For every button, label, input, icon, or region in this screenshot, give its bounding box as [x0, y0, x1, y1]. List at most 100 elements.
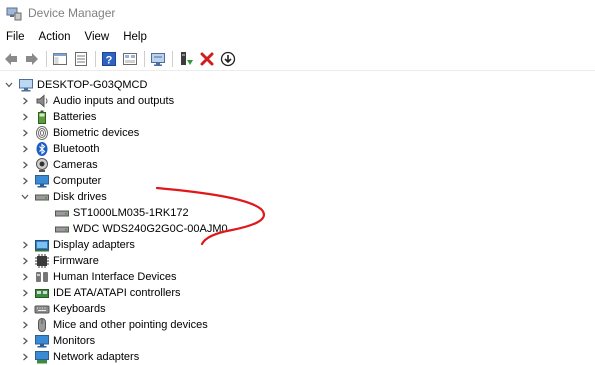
disk-drive-icon: [34, 189, 50, 205]
title-bar: Device Manager: [0, 0, 595, 26]
menu-help[interactable]: Help: [116, 31, 154, 43]
device-view-button[interactable]: [121, 50, 139, 68]
toolbar-separator: [144, 51, 145, 67]
tree-item-label: WDC WDS240G2G0C-00AJM0: [73, 223, 228, 235]
firmware-icon: [34, 253, 50, 269]
menu-file[interactable]: File: [0, 31, 32, 43]
chevron-down-icon[interactable]: [20, 189, 30, 205]
tree-item-monitors[interactable]: Monitors: [20, 333, 95, 349]
help-icon: ?: [102, 52, 116, 67]
tree-item-label: Biometric devices: [53, 127, 140, 139]
scan-for-hardware-changes-button[interactable]: [149, 50, 167, 68]
chevron-right-icon[interactable]: [20, 173, 30, 189]
tree-item-label: ST1000LM035-1RK172: [73, 207, 189, 219]
tree-item-biometric[interactable]: Biometric devices: [20, 125, 139, 141]
tree-item-label: Human Interface Devices: [53, 271, 177, 283]
toolbar-separator: [172, 51, 173, 67]
tree-item-audio[interactable]: Audio inputs and outputs: [20, 93, 174, 109]
chevron-right-icon[interactable]: [20, 349, 30, 365]
scan-monitor-icon: [151, 53, 165, 66]
tree-item-label: Monitors: [53, 335, 96, 347]
forward-arrow-icon: [26, 53, 38, 65]
tree-item-disk-drives[interactable]: Disk drives: [20, 189, 107, 205]
chevron-right-icon[interactable]: [20, 157, 30, 173]
uninstall-device-button[interactable]: [198, 50, 216, 68]
tree-item-computer[interactable]: Computer: [20, 173, 101, 189]
tree-item-disk-wdc[interactable]: WDC WDS240G2G0C-00AJM0: [50, 221, 228, 237]
fingerprint-icon: [34, 125, 50, 141]
menu-action[interactable]: Action: [32, 31, 78, 43]
tree-item-disk-st1000[interactable]: ST1000LM035-1RK172: [50, 205, 189, 221]
forward-button[interactable]: [23, 50, 41, 68]
device-manager-icon: [6, 5, 22, 21]
speaker-icon: [34, 93, 50, 109]
chevron-right-icon[interactable]: [20, 269, 30, 285]
chevron-right-icon[interactable]: [20, 301, 30, 317]
chevron-right-icon[interactable]: [20, 285, 30, 301]
disk-drive-icon: [54, 205, 70, 221]
bluetooth-icon: [34, 141, 50, 157]
show-hide-console-tree-button[interactable]: [51, 50, 69, 68]
chevron-right-icon[interactable]: [20, 141, 30, 157]
tree-item-display-adapters[interactable]: Display adapters: [20, 237, 135, 253]
tree-item-cameras[interactable]: Cameras: [20, 157, 98, 173]
computer-icon: [18, 77, 34, 93]
chevron-right-icon[interactable]: [20, 93, 30, 109]
help-button[interactable]: ?: [100, 50, 118, 68]
tree-item-ide-controllers[interactable]: IDE ATA/ATAPI controllers: [20, 285, 181, 301]
update-driver-icon: [181, 52, 193, 65]
tree-item-keyboards[interactable]: Keyboards: [20, 301, 106, 317]
tree-item-label: Disk drives: [53, 191, 107, 203]
download-circle-icon: [220, 51, 236, 67]
back-arrow-icon: [5, 53, 17, 65]
tree-root-node[interactable]: DESKTOP-G03QMCD: [4, 77, 147, 93]
console-tree-icon: [53, 53, 67, 65]
display-adapter-icon: [34, 237, 50, 253]
menu-view[interactable]: View: [78, 31, 117, 43]
tree-item-label: Network adapters: [53, 351, 140, 363]
chevron-right-icon[interactable]: [20, 253, 30, 269]
chevron-right-icon[interactable]: [20, 333, 30, 349]
enable-device-button[interactable]: [219, 50, 237, 68]
ide-controller-icon: [34, 285, 50, 301]
tree-item-label: Audio inputs and outputs: [53, 95, 175, 107]
tree-item-firmware[interactable]: Firmware: [20, 253, 99, 269]
keyboard-icon: [34, 301, 50, 317]
tree-item-label: Keyboards: [53, 303, 106, 315]
tree-item-label: Bluetooth: [53, 143, 100, 155]
update-driver-button[interactable]: [177, 50, 195, 68]
tree-root-label: DESKTOP-G03QMCD: [37, 79, 148, 91]
tree-item-label: Mice and other pointing devices: [53, 319, 208, 331]
uninstall-x-icon: [200, 52, 214, 66]
tree-item-network-adapters[interactable]: Network adapters: [20, 349, 139, 365]
device-view-icon: [123, 53, 137, 65]
chevron-right-icon[interactable]: [20, 237, 30, 253]
tree-item-label: Computer: [53, 175, 102, 187]
tree-item-label: Firmware: [53, 255, 99, 267]
hid-icon: [34, 269, 50, 285]
computer-icon: [34, 173, 50, 189]
chevron-right-icon[interactable]: [20, 125, 30, 141]
tree-item-label: Cameras: [53, 159, 98, 171]
tree-item-hid[interactable]: Human Interface Devices: [20, 269, 177, 285]
tree-item-mice[interactable]: Mice and other pointing devices: [20, 317, 208, 333]
camera-icon: [34, 157, 50, 173]
properties-button[interactable]: [72, 50, 90, 68]
chevron-right-icon[interactable]: [20, 317, 30, 333]
tree-item-batteries[interactable]: Batteries: [20, 109, 96, 125]
chevron-right-icon[interactable]: [20, 109, 30, 125]
tree-item-bluetooth[interactable]: Bluetooth: [20, 141, 99, 157]
network-adapter-icon: [34, 349, 50, 365]
mouse-icon: [34, 317, 50, 333]
window-title: Device Manager: [28, 6, 116, 20]
svg-text:?: ?: [106, 55, 113, 67]
chevron-down-icon[interactable]: [4, 77, 14, 93]
toolbar-divider: [0, 70, 595, 71]
tree-item-label: Batteries: [53, 111, 97, 123]
disk-drive-icon: [54, 221, 70, 237]
properties-icon: [75, 52, 87, 66]
tree-item-label: Display adapters: [53, 239, 135, 251]
back-button[interactable]: [2, 50, 20, 68]
toolbar-separator: [46, 51, 47, 67]
toolbar-separator: [95, 51, 96, 67]
